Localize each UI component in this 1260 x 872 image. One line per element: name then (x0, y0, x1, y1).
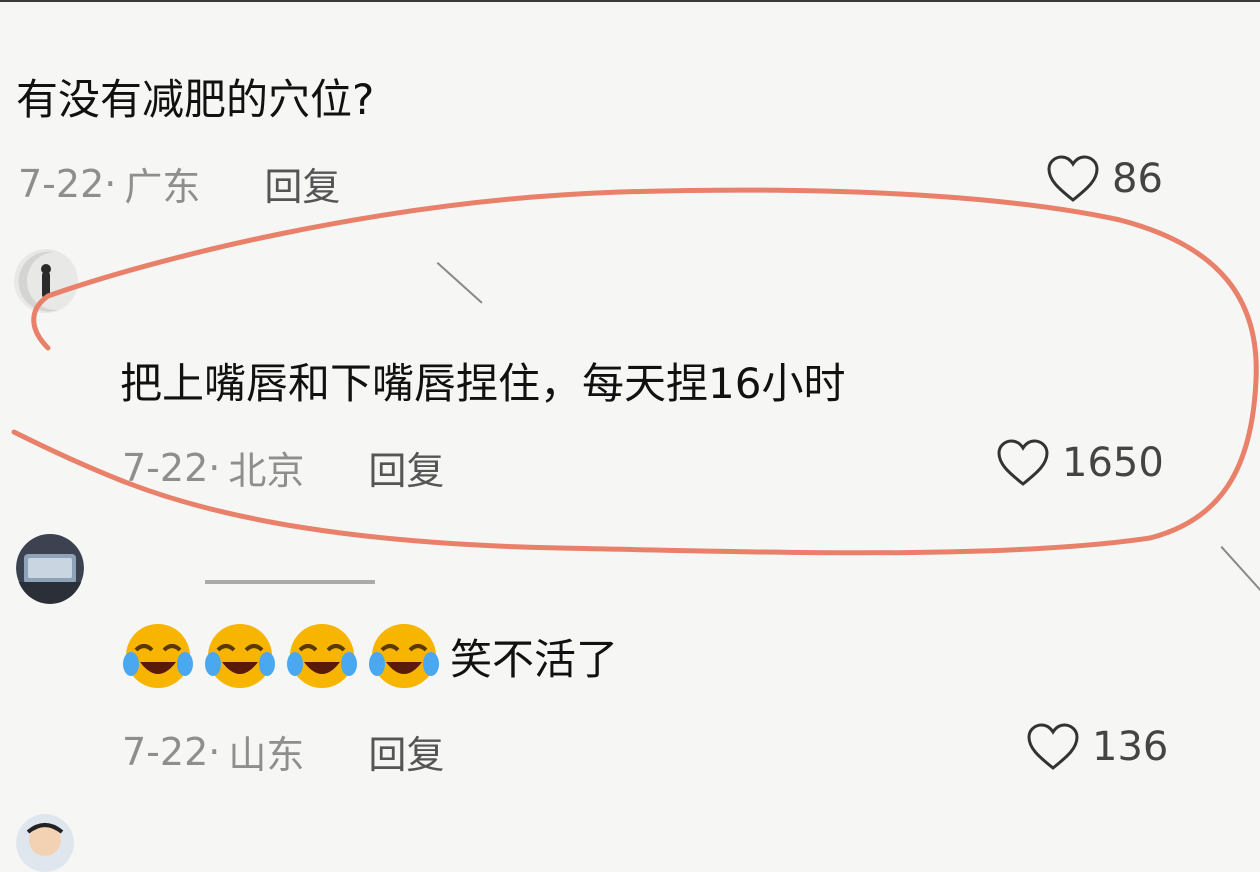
comment-location: 北京 (228, 449, 305, 493)
comment-location: 山东 (228, 733, 305, 777)
crying-laughing-emoji (287, 624, 357, 688)
question-text: 有没有减肥的穴位? (16, 75, 375, 124)
heart-outline-icon (1047, 155, 1099, 202)
comment-meta: 7-22· 山东 回复 (122, 724, 444, 779)
heart-outline-icon (1027, 723, 1079, 770)
avatar[interactable] (16, 814, 74, 872)
comment-meta: 7-22· 北京 回复 (122, 440, 444, 495)
reply-button[interactable]: 回复 (368, 724, 444, 779)
crying-laughing-emoji (123, 624, 193, 688)
comment-location: 广东 (124, 165, 201, 209)
like-count: 136 (1092, 724, 1169, 770)
question-meta: 7-22· 广东 回复 (18, 156, 340, 211)
top-border (0, 0, 1260, 2)
stray-mark (436, 262, 483, 304)
emoji-comment: 笑不活了 (122, 620, 618, 692)
scratched-username (205, 580, 375, 584)
reply-button[interactable]: 回复 (368, 440, 444, 495)
avatar[interactable] (14, 246, 78, 316)
like-button[interactable]: 136 (1026, 722, 1168, 772)
crying-laughing-emoji (369, 624, 439, 688)
avatar[interactable] (16, 532, 84, 604)
reply-button[interactable]: 回复 (264, 156, 340, 211)
comment-text: 把上嘴唇和下嘴唇捏住，每天捏16小时 (120, 359, 846, 408)
comment-date: 7-22· (122, 729, 221, 774)
crying-laughing-emoji (205, 624, 275, 688)
stray-mark (1220, 546, 1260, 592)
comment-date: 7-22· (18, 161, 117, 206)
like-count: 1650 (1062, 440, 1164, 486)
like-button[interactable]: 86 (1046, 154, 1163, 204)
comment-text: 笑不活了 (450, 634, 619, 684)
like-button[interactable]: 1650 (996, 438, 1164, 488)
comment-date: 7-22· (122, 445, 221, 490)
like-count: 86 (1112, 156, 1163, 202)
heart-outline-icon (997, 439, 1049, 486)
